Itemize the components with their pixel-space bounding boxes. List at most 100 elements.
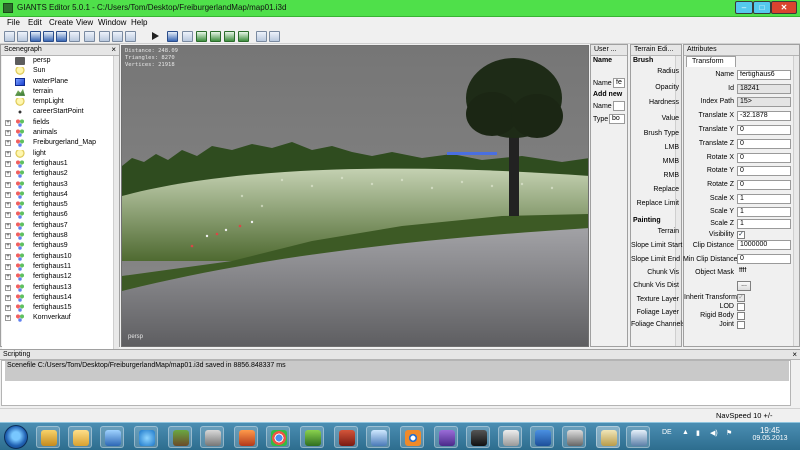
new-scene-icon[interactable] [4,31,15,42]
script-output[interactable]: Scenefile C:/Users/Tom/Desktop/Freiburge… [1,360,791,406]
taskbar-app-16[interactable] [530,426,554,448]
menu-create[interactable]: Create [49,18,73,27]
expand-icon[interactable]: + [5,305,11,312]
undo-icon[interactable] [99,31,110,42]
scenegraph-item[interactable]: + fertighaus3 [2,180,119,190]
attribute-input[interactable]: 0 [737,125,791,135]
visibility-checkbox[interactable]: ✓ [737,231,745,239]
scenegraph-item[interactable]: + fertighaus2 [2,169,119,179]
tray-network-icon[interactable]: ▮ [696,429,700,437]
expand-icon[interactable]: + [5,119,11,126]
scenegraph-item[interactable]: persp [2,56,119,66]
giants-editor-task[interactable] [596,426,620,448]
taskbar-app-14[interactable] [466,426,490,448]
attribute-input[interactable]: 0 [737,139,791,149]
taskbar-app-2[interactable] [68,426,92,448]
tree-paint-icon[interactable] [238,31,249,42]
scenegraph-item[interactable]: + fertighaus6 [2,210,119,220]
minecraft-icon[interactable] [168,426,192,448]
scenegraph-item[interactable]: + fertighaus13 [2,283,119,293]
tray-expand-icon[interactable]: ▲ [682,429,689,436]
export-icon[interactable] [69,31,80,42]
scenegraph-item[interactable]: + fertighaus1 [2,159,119,169]
expand-icon[interactable]: + [5,140,11,147]
chrome-icon[interactable] [266,426,290,448]
expand-icon[interactable]: + [5,315,11,322]
menu-window[interactable]: Window [98,18,126,27]
scenegraph-item[interactable]: + fields [2,118,119,128]
tray-flag-icon[interactable]: ⚑ [726,429,732,437]
menu-edit[interactable]: Edit [28,18,42,27]
expand-icon[interactable]: + [5,274,11,281]
user-attr-name-input[interactable]: fe [613,78,625,88]
scenegraph-scrollbar[interactable] [113,56,119,390]
attribute-input[interactable]: 1 [737,219,791,229]
expand-icon[interactable]: + [5,263,11,270]
expand-icon[interactable]: + [5,222,11,229]
foliage-paint-icon[interactable] [224,31,235,42]
expand-icon[interactable]: + [5,160,11,167]
rigid-body-checkbox[interactable] [737,312,745,320]
scenegraph-item[interactable]: + fertighaus10 [2,252,119,262]
language-indicator[interactable]: DE [662,429,672,436]
expand-icon[interactable]: + [5,181,11,188]
menu-help[interactable]: Help [131,18,147,27]
object-mask-more-button[interactable]: ... [737,281,751,291]
close-button[interactable]: ✕ [771,1,797,14]
scenegraph-item[interactable]: + fertighaus14 [2,293,119,303]
scenegraph-item[interactable]: + light [2,149,119,159]
joint-checkbox[interactable] [737,321,745,329]
expand-icon[interactable]: + [5,284,11,291]
save-icon[interactable] [43,31,54,42]
expand-icon[interactable]: + [5,233,11,240]
attribute-input[interactable]: 0 [737,180,791,190]
refresh-icon[interactable] [84,31,95,42]
expand-icon[interactable]: + [5,253,11,260]
taskbar-app-17[interactable] [562,426,586,448]
close-icon[interactable]: × [111,45,116,54]
taskbar-app-15[interactable] [498,426,522,448]
expand-icon[interactable]: + [5,130,11,137]
move-mode-icon[interactable] [182,31,193,42]
redo-icon[interactable] [112,31,123,42]
expand-icon[interactable]: + [5,150,11,157]
scenegraph-item[interactable]: + Kornverkauf [2,313,119,323]
scenegraph-item[interactable]: Sun [2,66,119,76]
inherit-transform-checkbox[interactable]: ✓ [737,294,745,302]
play-icon[interactable] [150,31,161,42]
terrain-sculpt-icon[interactable] [196,31,207,42]
blender-icon[interactable] [400,426,424,448]
tab-transform[interactable]: Transform [686,56,736,67]
start-button[interactable] [4,425,28,449]
open-icon[interactable] [17,31,28,42]
scenegraph-item[interactable]: + fertighaus4 [2,190,119,200]
scenegraph-item[interactable]: waterPlane [2,77,119,87]
delete-icon[interactable] [125,31,136,42]
select-mode-icon[interactable] [167,31,178,42]
new-attr-type-select[interactable]: bo [609,114,625,124]
scenegraph-item[interactable]: + fertighaus15 [2,303,119,313]
expand-icon[interactable]: + [5,191,11,198]
taskbar-app-3[interactable] [100,426,124,448]
clip-distance-input[interactable]: 1000000 [737,240,791,250]
taskbar-clock[interactable]: 19:45 09.05.2013 [745,426,795,442]
scenegraph-item[interactable]: tempLight [2,97,119,107]
scenegraph-item[interactable]: + Freiburgerland_Map [2,138,119,148]
tractor-icon[interactable] [300,426,324,448]
scenegraph-item[interactable]: + fertighaus5 [2,200,119,210]
scenegraph-item[interactable]: + fertighaus12 [2,272,119,282]
taskbar-app-10[interactable] [334,426,358,448]
attribute-input[interactable]: -32.1878 [737,111,791,121]
scenegraph-item[interactable]: + fertighaus8 [2,231,119,241]
maximize-button[interactable]: □ [753,1,771,14]
taskbar-app-1[interactable] [36,426,60,448]
taskbar-app-13[interactable] [434,426,458,448]
viewport-3d[interactable]: Distance: 248.09 Triangles: 8270 Vertice… [121,45,589,347]
import-icon[interactable] [30,31,41,42]
expand-icon[interactable]: + [5,202,11,209]
expand-icon[interactable]: + [5,171,11,178]
save-as-icon[interactable] [56,31,67,42]
taskbar-app-7[interactable] [234,426,258,448]
expand-icon[interactable]: + [5,243,11,250]
taskbar-app-6[interactable] [200,426,224,448]
